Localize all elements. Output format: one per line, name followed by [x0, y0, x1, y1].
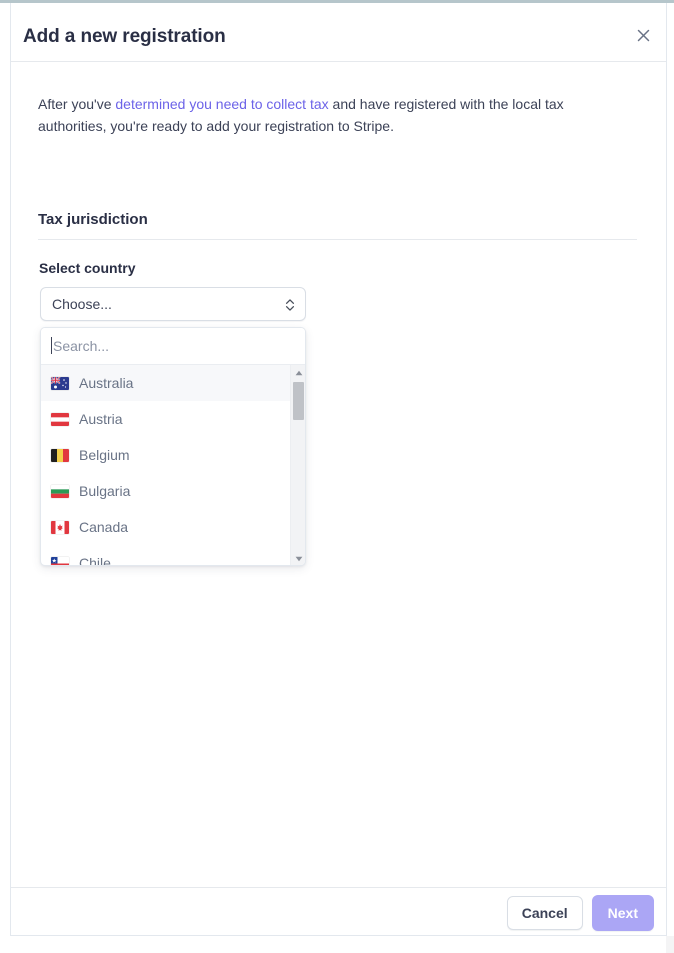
- flag-be-icon: [51, 448, 69, 462]
- dropdown-search-row: [41, 328, 305, 365]
- close-icon[interactable]: [630, 22, 656, 48]
- list-item-label: Bulgaria: [79, 483, 131, 499]
- country-dropdown-panel: Australia Austria: [40, 327, 306, 566]
- viewport-corner-sliver: [666, 936, 674, 953]
- list-item[interactable]: Belgium: [41, 437, 291, 473]
- country-select-value: Choose...: [52, 296, 112, 312]
- intro-paragraph: After you've determined you need to coll…: [38, 93, 583, 137]
- dropdown-scrollbar[interactable]: [290, 365, 305, 565]
- cancel-button[interactable]: Cancel: [506, 896, 583, 930]
- add-registration-modal: Add a new registration After you've dete…: [10, 3, 667, 936]
- footer-actions: Cancel Next: [506, 895, 654, 931]
- flag-bg-icon: [51, 484, 69, 498]
- modal-footer: Cancel Next: [11, 887, 666, 935]
- select-country-label: Select country: [39, 260, 136, 276]
- next-button[interactable]: Next: [591, 895, 654, 931]
- flag-at-icon: [51, 412, 69, 426]
- list-item[interactable]: Bulgaria: [41, 473, 291, 509]
- list-item-label: Belgium: [79, 447, 130, 463]
- country-option-list: Australia Austria Belgium Bulgaria Canad…: [41, 365, 305, 565]
- list-item-label: Austria: [79, 411, 123, 427]
- list-item[interactable]: Canada: [41, 509, 291, 545]
- scrollbar-thumb[interactable]: [293, 382, 304, 420]
- list-item-label: Australia: [79, 375, 134, 391]
- triangle-up-icon[interactable]: [291, 365, 305, 380]
- modal-header: Add a new registration: [11, 3, 666, 62]
- section-heading-tax-jurisdiction: Tax jurisdiction: [38, 211, 148, 228]
- triangle-down-icon[interactable]: [291, 551, 305, 565]
- search-input[interactable]: [51, 337, 291, 355]
- page-title: Add a new registration: [23, 26, 226, 47]
- flag-ca-icon: [51, 520, 69, 534]
- list-item[interactable]: Chile: [41, 545, 291, 565]
- flag-cl-icon: [51, 556, 69, 565]
- country-select-trigger[interactable]: Choose...: [40, 287, 306, 321]
- intro-text-before: After you've: [38, 96, 116, 112]
- section-divider: [38, 239, 637, 240]
- list-item-label: Canada: [79, 519, 129, 535]
- selector-chevrons-icon: [283, 297, 297, 313]
- list-item[interactable]: Austria: [41, 401, 291, 437]
- text-caret: [51, 337, 52, 354]
- flag-au-icon: [51, 376, 69, 390]
- list-item[interactable]: Australia: [41, 365, 291, 401]
- determine-tax-link[interactable]: determined you need to collect tax: [115, 96, 328, 112]
- list-item-label: Chile: [79, 555, 111, 565]
